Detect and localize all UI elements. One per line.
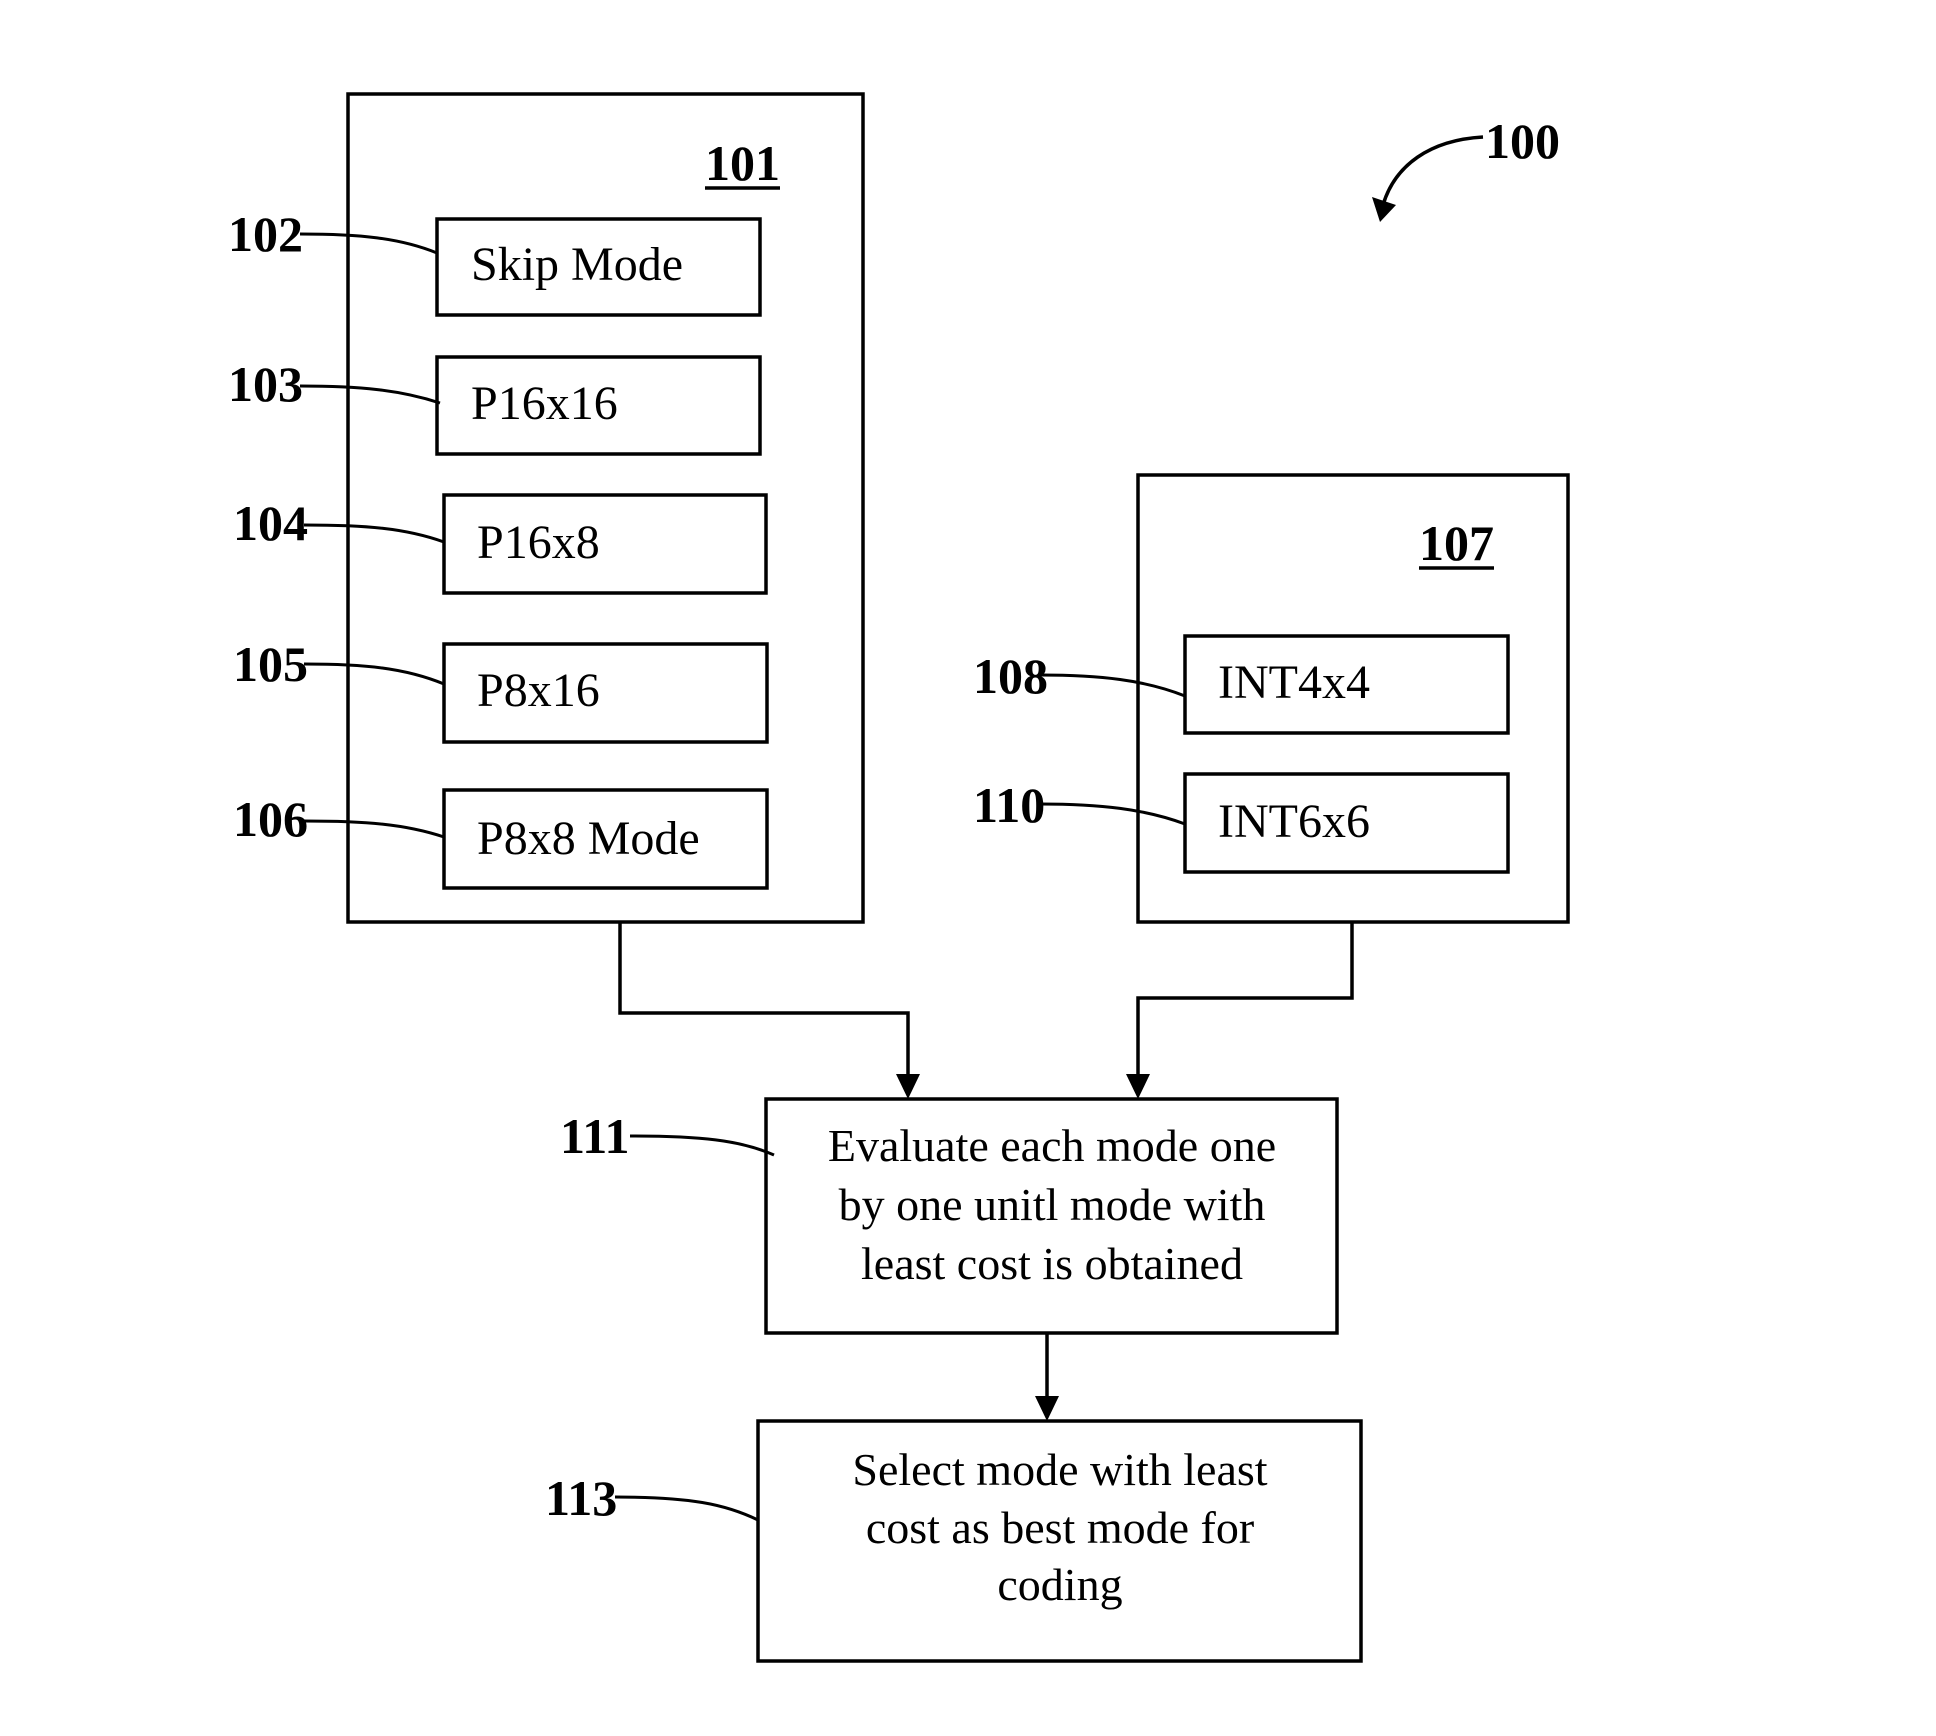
mode-ref: 103 bbox=[228, 356, 303, 412]
leader-line bbox=[303, 662, 445, 686]
mode-ref: 102 bbox=[228, 206, 303, 262]
mode-label: INT4x4 bbox=[1218, 656, 1370, 709]
leader-line bbox=[1039, 802, 1186, 826]
mode-label: INT6x6 bbox=[1218, 795, 1370, 848]
leader-line bbox=[303, 819, 445, 839]
connector-line bbox=[618, 922, 910, 1078]
leader-line bbox=[1039, 673, 1186, 698]
mode-p8x16: P8x16 105 bbox=[233, 636, 769, 744]
mode-int6x6: INT6x6 110 bbox=[973, 772, 1510, 874]
arrowhead-icon bbox=[896, 1074, 920, 1099]
step-select: Select mode with least cost as best mode… bbox=[545, 1419, 1363, 1663]
leader-line bbox=[303, 523, 445, 544]
mode-int4x4: INT4x4 108 bbox=[973, 634, 1510, 735]
mode-p16x8: P16x8 104 bbox=[233, 493, 768, 595]
mode-ref: 110 bbox=[973, 777, 1045, 833]
step-ref: 113 bbox=[545, 1470, 617, 1526]
step-line: cost as best mode for bbox=[866, 1502, 1254, 1553]
intra-mode-group: 107 INT4x4 108 INT6x6 110 bbox=[973, 473, 1570, 924]
figure-reference: 100 bbox=[1372, 113, 1560, 222]
step-line: Evaluate each mode one bbox=[828, 1120, 1276, 1171]
intra-mode-group-ref: 107 bbox=[1419, 515, 1494, 571]
step-line: coding bbox=[997, 1559, 1122, 1610]
mode-p16x16: P16x16 103 bbox=[228, 355, 762, 456]
step-line: Select mode with least bbox=[852, 1444, 1267, 1495]
arrowhead-icon bbox=[1035, 1396, 1059, 1421]
leader-line bbox=[299, 384, 441, 405]
step-evaluate: Evaluate each mode one by one unitl mode… bbox=[560, 1097, 1339, 1335]
figure-ref-label: 100 bbox=[1485, 113, 1560, 169]
step-ref: 111 bbox=[560, 1108, 629, 1164]
mode-skip: Skip Mode 102 bbox=[228, 206, 762, 317]
mode-ref: 108 bbox=[973, 648, 1048, 704]
mode-label: Skip Mode bbox=[471, 238, 683, 291]
mode-label: P8x8 Mode bbox=[477, 812, 700, 865]
mode-label: P16x8 bbox=[477, 516, 600, 569]
connector-line bbox=[1136, 922, 1354, 1078]
connector-intra-to-evaluate bbox=[1126, 922, 1354, 1099]
inter-mode-group-ref: 101 bbox=[705, 135, 780, 191]
figure-ref-curve bbox=[1381, 135, 1484, 206]
connector-inter-to-evaluate bbox=[618, 922, 920, 1099]
arrowhead-icon bbox=[1126, 1074, 1150, 1099]
mode-label: P8x16 bbox=[477, 664, 600, 717]
mode-ref: 104 bbox=[233, 495, 308, 551]
mode-decision-diagram: 100 101 Skip Mode 102 P16x16 103 P16x8 1… bbox=[228, 92, 1570, 1663]
step-line: by one unitl mode with bbox=[839, 1179, 1266, 1230]
mode-label: P16x16 bbox=[471, 377, 618, 430]
leader-line bbox=[299, 232, 438, 255]
mode-ref: 106 bbox=[233, 791, 308, 847]
inter-mode-group: 101 Skip Mode 102 P16x16 103 P16x8 104 P… bbox=[228, 92, 865, 924]
leader-line bbox=[614, 1495, 759, 1522]
connector-evaluate-to-select bbox=[1035, 1333, 1059, 1421]
step-line: least cost is obtained bbox=[861, 1238, 1243, 1289]
mode-ref: 105 bbox=[233, 636, 308, 692]
mode-p8x8: P8x8 Mode 106 bbox=[233, 788, 769, 890]
leader-line bbox=[629, 1134, 775, 1157]
